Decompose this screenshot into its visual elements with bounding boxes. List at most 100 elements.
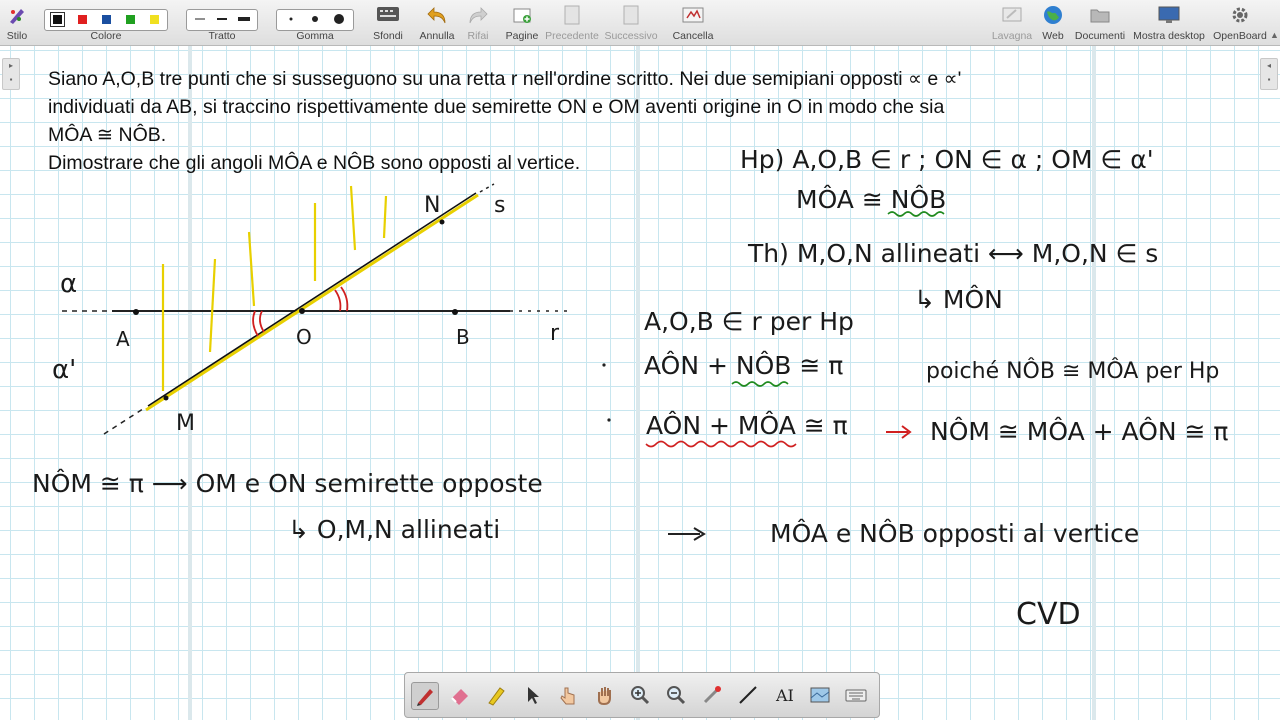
color-green-swatch[interactable]: [126, 15, 135, 24]
hand-icon: [598, 687, 611, 706]
eraser-tool-button[interactable]: [447, 682, 473, 708]
color-label: Colore: [90, 30, 122, 42]
backgrounds-button[interactable]: Sfondi: [366, 0, 410, 45]
capture-tool-button[interactable]: [807, 682, 833, 708]
text-icon: AI: [775, 686, 794, 705]
documents-label: Documenti: [1074, 30, 1126, 42]
stylus-button[interactable]: Stilo: [0, 0, 34, 45]
previous-page-icon: [564, 5, 580, 25]
color-palette: [44, 9, 168, 31]
pages-button[interactable]: Pagine: [503, 0, 541, 45]
backgrounds-label: Sfondi: [373, 30, 403, 42]
label-line-r: r: [550, 321, 560, 346]
step-1: A,O,B ∈ r per Hp: [644, 307, 854, 336]
eraser-icon: [451, 689, 468, 705]
step-3: AÔN + MÔA ≅ π: [646, 410, 848, 440]
conclusion-line-2: ↳ O,M,N allineati: [288, 515, 500, 544]
step-2: AÔN + NÔB ≅ π: [644, 350, 843, 380]
clear-page-icon: [682, 7, 704, 23]
pen-tool-button[interactable]: [411, 682, 439, 710]
line-s-dashed-bottom: [103, 406, 147, 435]
selector-tool-button[interactable]: [519, 682, 545, 708]
web-label: Web: [1042, 30, 1064, 42]
zoom-out-tool-button[interactable]: [663, 682, 689, 708]
pointer-icon: [528, 687, 539, 704]
add-page-icon: [513, 8, 531, 23]
next-page-button[interactable]: Successivo: [603, 0, 659, 45]
undo-label: Annulla: [419, 30, 455, 42]
folder-icon: [1090, 9, 1110, 23]
line-icon: [739, 686, 757, 704]
pen-icon: [417, 689, 433, 706]
label-alpha: α: [60, 269, 77, 299]
red-arrow-icon: [886, 425, 912, 439]
laser-tool-button[interactable]: [699, 682, 725, 708]
label-point-m: M: [176, 411, 195, 436]
marker-tool-button[interactable]: [483, 682, 509, 708]
conclusion-arrow-icon: [668, 527, 706, 541]
keyboard-tool-button[interactable]: [843, 682, 869, 708]
zoom-out-icon: [667, 686, 686, 705]
interact-tool-button[interactable]: [555, 682, 581, 708]
color-black-swatch[interactable]: [50, 12, 65, 27]
zoom-in-tool-button[interactable]: [627, 682, 653, 708]
next-page-label: Successivo: [604, 30, 658, 42]
eraser-large-option[interactable]: [330, 12, 348, 26]
geometry-figure: α α' A O B r M N s: [52, 183, 568, 436]
show-desktop-label: Mostra desktop: [1133, 30, 1205, 42]
line-tool-button[interactable]: [735, 682, 761, 708]
undo-button[interactable]: Annulla: [414, 0, 460, 45]
bullet-dot-1: [602, 363, 606, 367]
zoom-in-icon: [631, 686, 650, 705]
conclusion-line-1: NÔM ≅ π ⟶ OM e ON semirette opposte: [32, 468, 543, 498]
label-alpha-prime: α': [52, 355, 76, 385]
redo-label: Rifai: [467, 30, 489, 42]
stroke-selector: [186, 9, 258, 31]
main-toolbar: Stilo Colore Tratto Gomma Sfondi Annulla…: [0, 0, 1280, 46]
hypothesis-line-1: Hp) A,O,B ∈ r ; ON ∈ α ; OM ∈ α': [740, 145, 1154, 174]
show-desktop-button[interactable]: Mostra desktop: [1130, 0, 1208, 45]
color-blue-swatch[interactable]: [102, 15, 111, 24]
eraser-label: Gomma: [296, 30, 334, 42]
label-point-n: N: [424, 193, 440, 218]
bullet-dot-2: [607, 418, 611, 422]
tools-dock: AI: [404, 672, 880, 718]
color-red-swatch[interactable]: [78, 15, 87, 24]
stroke-medium-option[interactable]: [213, 12, 231, 26]
documents-button[interactable]: Documenti: [1072, 0, 1128, 45]
capture-icon: [810, 687, 830, 703]
thesis-line-2: ↳ MÔN: [914, 284, 1003, 314]
web-button[interactable]: Web: [1036, 0, 1070, 45]
stroke-group: Tratto: [186, 0, 258, 45]
board-canvas[interactable]: ▸ ▪ ◂ ▪ Siano A,O,B tre punti che si susse…: [0, 46, 1280, 720]
board-button[interactable]: Lavagna: [990, 0, 1034, 45]
label-point-a: A: [116, 327, 130, 351]
green-underline-2: [731, 381, 789, 387]
hand-tool-button[interactable]: [591, 682, 617, 708]
cvd-label: CVD: [1016, 597, 1081, 632]
eraser-small-option[interactable]: [282, 12, 300, 26]
eraser-medium-option[interactable]: [306, 12, 324, 26]
clear-button[interactable]: Cancella: [668, 0, 718, 45]
text-tool-button[interactable]: AI: [771, 682, 797, 708]
stylus-icon: [10, 9, 24, 24]
handwritten-notes: Hp) A,O,B ∈ r ; ON ∈ α ; OM ∈ α' MÔA ≅ N…: [32, 145, 1228, 632]
previous-page-button[interactable]: Precedente: [544, 0, 600, 45]
label-point-o: O: [296, 325, 312, 349]
half-plane-hatching: [161, 185, 388, 391]
stroke-thin-option[interactable]: [191, 12, 209, 26]
redo-button[interactable]: Rifai: [460, 0, 496, 45]
label-point-b: B: [456, 325, 470, 349]
line-s-highlight: [145, 193, 479, 412]
color-group: Colore: [44, 0, 168, 45]
color-yellow-swatch[interactable]: [150, 15, 159, 24]
toolbar-scroll-arrow[interactable]: ▲: [1270, 30, 1280, 42]
keyboard-grid-icon: [377, 7, 399, 21]
line-s-dashed-top: [479, 183, 495, 193]
stroke-thick-option[interactable]: [235, 12, 253, 26]
laser-icon: [703, 686, 721, 704]
next-page-icon: [623, 5, 639, 25]
hypothesis-line-2: MÔA ≅ NÔB: [796, 184, 946, 214]
stylus-label: Stilo: [6, 30, 28, 42]
openboard-menu-button[interactable]: OpenBoard: [1210, 0, 1270, 45]
